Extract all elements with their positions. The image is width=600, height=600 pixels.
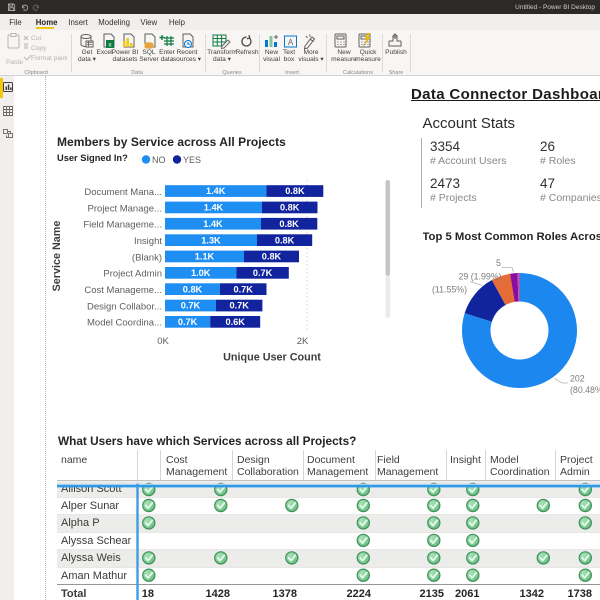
svg-text:Model Coordina...: Model Coordina... xyxy=(87,318,162,329)
svg-text:Service Name: Service Name xyxy=(51,221,63,292)
svg-text:NO: NO xyxy=(152,155,166,165)
svg-text:Insight: Insight xyxy=(134,236,162,247)
svg-text:0.6K: 0.6K xyxy=(225,317,245,327)
svg-text:YES: YES xyxy=(183,155,201,165)
svg-text:(11.55%): (11.55%) xyxy=(432,285,467,295)
svg-text:29 (1.99%): 29 (1.99%) xyxy=(459,272,502,282)
svg-text:Document Mana...: Document Mana... xyxy=(84,187,162,198)
svg-text:2K: 2K xyxy=(297,336,309,347)
svg-text:0K: 0K xyxy=(157,336,169,347)
svg-text:0.8K: 0.8K xyxy=(183,284,203,294)
svg-text:0.8K: 0.8K xyxy=(275,235,295,245)
svg-text:1.3K: 1.3K xyxy=(201,235,221,245)
svg-text:0.8K: 0.8K xyxy=(285,186,305,196)
svg-text:1.4K: 1.4K xyxy=(206,186,226,196)
svg-text:1.4K: 1.4K xyxy=(203,219,223,229)
svg-text:0.7K: 0.7K xyxy=(253,268,273,278)
svg-text:5: 5 xyxy=(496,258,501,268)
svg-text:(80.48%): (80.48%) xyxy=(570,385,600,395)
svg-text:202: 202 xyxy=(570,374,585,384)
svg-text:0.7K: 0.7K xyxy=(233,284,253,294)
svg-text:Cut: Cut xyxy=(31,35,41,42)
svg-text:Project Manage...: Project Manage... xyxy=(88,203,162,214)
svg-text:0.7K: 0.7K xyxy=(229,301,249,311)
svg-text:Field Manageme...: Field Manageme... xyxy=(83,220,162,231)
svg-text:0.8K: 0.8K xyxy=(280,203,300,213)
svg-text:0.7K: 0.7K xyxy=(181,301,201,311)
svg-text:Paste: Paste xyxy=(6,59,23,66)
svg-text:0.7K: 0.7K xyxy=(178,317,198,327)
svg-text:Format painter: Format painter xyxy=(31,55,67,62)
svg-text:1.0K: 1.0K xyxy=(191,268,211,278)
svg-text:0.8K: 0.8K xyxy=(262,252,282,262)
svg-text:Design Collabor...: Design Collabor... xyxy=(87,301,162,312)
svg-text:1.1K: 1.1K xyxy=(195,252,215,262)
svg-text:(Blank): (Blank) xyxy=(132,252,162,263)
svg-text:Project Admin: Project Admin xyxy=(103,269,162,280)
svg-text:Unique User Count: Unique User Count xyxy=(223,352,321,364)
svg-text:A: A xyxy=(288,38,294,47)
svg-text:Untitled - Power BI Desktop: Untitled - Power BI Desktop xyxy=(515,4,595,11)
svg-text:1.4K: 1.4K xyxy=(204,203,224,213)
svg-text:Copy: Copy xyxy=(31,45,47,52)
svg-text:0.8K: 0.8K xyxy=(279,219,299,229)
svg-text:Cost Manageme...: Cost Manageme... xyxy=(84,285,162,296)
